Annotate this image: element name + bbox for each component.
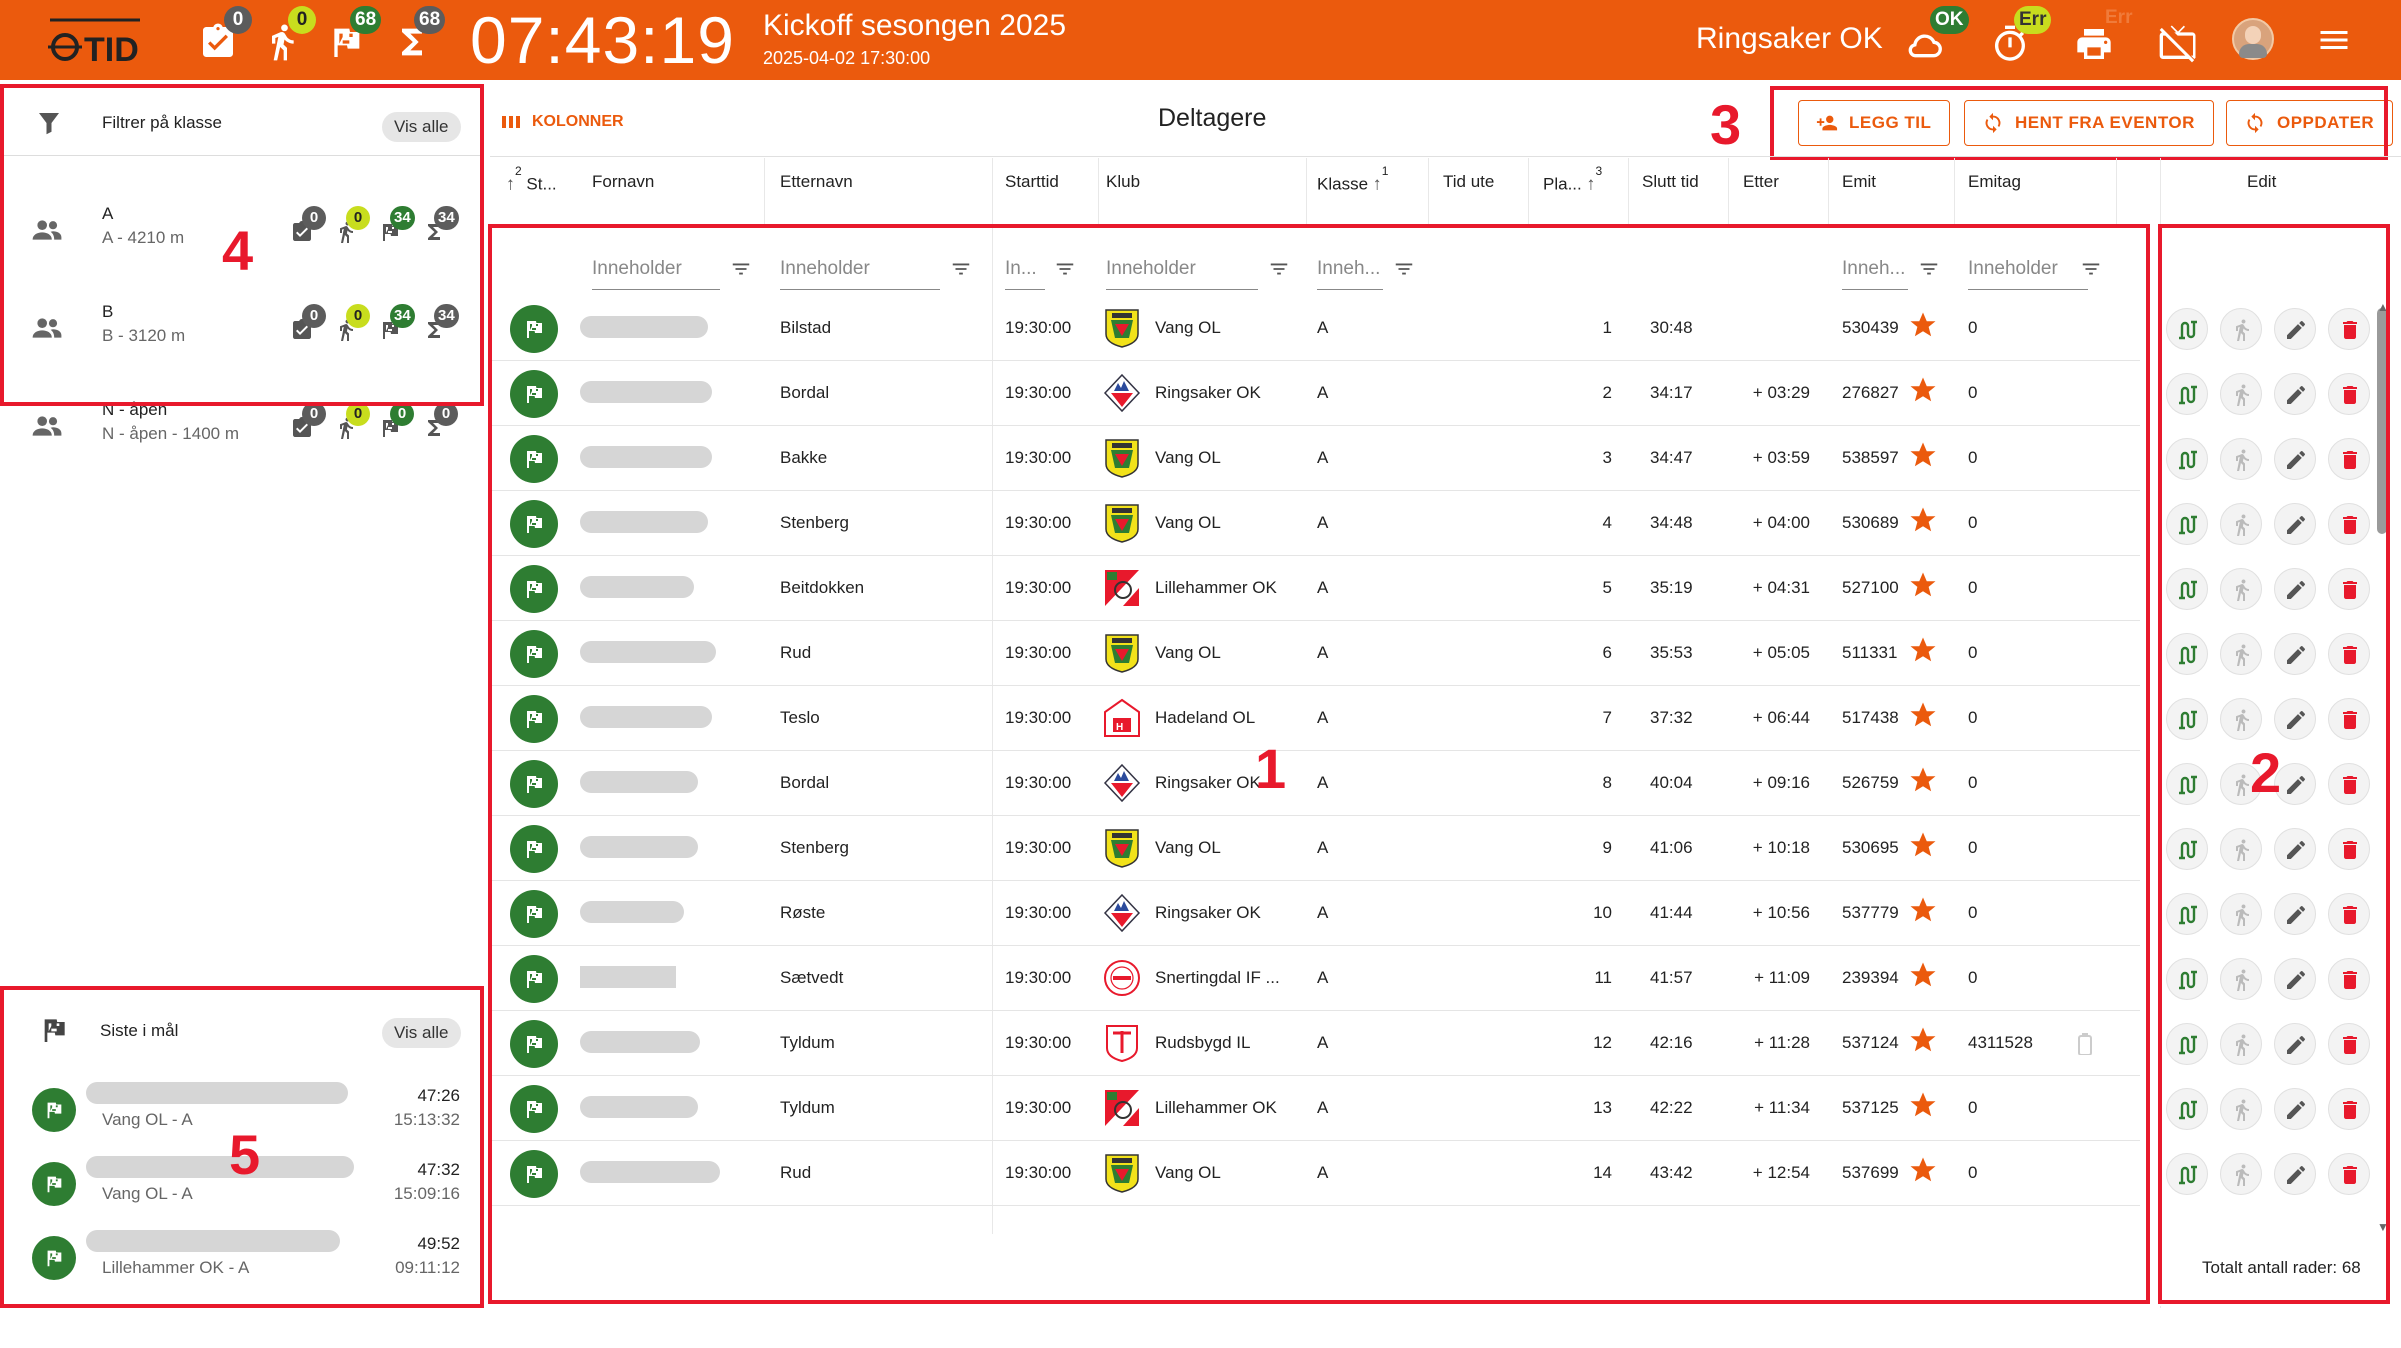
class-stat: 0 bbox=[378, 402, 414, 438]
annotation-label-5: 5 bbox=[229, 1123, 261, 1186]
event-datetime: 2025-04-02 17:30:00 bbox=[763, 48, 931, 68]
clock: 07:43:19 bbox=[470, 3, 735, 77]
svg-text:TID: TID bbox=[84, 31, 139, 66]
columns-button[interactable]: KOLONNER bbox=[502, 112, 624, 136]
col-header-club[interactable]: Klub bbox=[1106, 172, 1140, 192]
status-badge: OK bbox=[1930, 6, 1969, 34]
annotation-label-2: 2 bbox=[2250, 741, 2282, 804]
col-sep bbox=[2116, 158, 2117, 226]
sort-up-icon: ↑ bbox=[506, 173, 515, 194]
cloud-status[interactable]: OK bbox=[1904, 6, 1969, 66]
col-sep bbox=[1098, 158, 1099, 226]
col-sep bbox=[1954, 158, 1955, 226]
counter-badge: 68 bbox=[350, 6, 382, 34]
avatar[interactable] bbox=[2232, 18, 2274, 60]
tv-off-icon bbox=[2159, 25, 2196, 63]
counter-badge: 68 bbox=[414, 6, 446, 34]
col-header-first-name[interactable]: Fornavn bbox=[592, 172, 654, 192]
annotation-label-3: 3 bbox=[1710, 93, 1742, 156]
hamburger-menu-button[interactable] bbox=[2316, 22, 2352, 58]
menu-icon bbox=[2320, 31, 2348, 49]
annotation-box-1 bbox=[488, 224, 2150, 1304]
class-stat: 0 bbox=[422, 402, 458, 438]
col-header-class[interactable]: Klasse ↑1 bbox=[1317, 164, 1388, 195]
class-subtitle: N - åpen - 1400 m bbox=[102, 424, 240, 443]
timer-status[interactable]: Err bbox=[1990, 6, 2052, 66]
runner-counter[interactable]: 0 bbox=[262, 6, 316, 64]
col-sep bbox=[764, 158, 765, 226]
col-sep bbox=[1528, 158, 1529, 226]
sort-up-icon: ↑ bbox=[1372, 173, 1382, 194]
col-sep bbox=[1306, 158, 1307, 226]
col-header-behind[interactable]: Etter bbox=[1743, 172, 1779, 192]
class-stat: 0 bbox=[290, 402, 326, 438]
col-header-start-time[interactable]: Starttid bbox=[1005, 172, 1059, 192]
col-header-status[interactable]: ↑2 St... bbox=[506, 164, 557, 195]
col-header-last-name[interactable]: Etternavn bbox=[780, 172, 853, 192]
status-badge: Err bbox=[2105, 7, 2133, 28]
columns-icon bbox=[502, 116, 520, 128]
sum-counter[interactable]: 68 bbox=[392, 6, 446, 64]
event-title: Kickoff sesongen 2025 bbox=[763, 9, 1067, 42]
col-header-place[interactable]: Pla... ↑3 bbox=[1543, 164, 1602, 195]
col-sep bbox=[1728, 158, 1729, 226]
header-divider bbox=[490, 156, 2401, 157]
col-header-finish-time[interactable]: Slutt tid bbox=[1642, 172, 1699, 192]
col-sep bbox=[1628, 158, 1629, 226]
counter-badge: 0 bbox=[288, 6, 316, 34]
columns-label: KOLONNER bbox=[532, 113, 624, 130]
club-name: Ringsaker OK bbox=[1696, 22, 1883, 55]
col-header-emitag[interactable]: Emitag bbox=[1968, 172, 2021, 192]
top-bar: TID 0 0 68 68 07:43:19 Kickoff sesongen … bbox=[0, 0, 2401, 80]
annotation-label-4: 4 bbox=[222, 219, 254, 282]
otid-logo: TID bbox=[48, 18, 140, 66]
col-header-edit: Edit bbox=[2247, 172, 2277, 191]
annotation-box-3 bbox=[1770, 86, 2388, 160]
col-sep bbox=[1428, 158, 1429, 226]
clipboard-check-counter[interactable]: 0 bbox=[198, 6, 252, 64]
page-title: Deltagere bbox=[1158, 104, 1267, 132]
group-icon bbox=[32, 416, 62, 436]
class-stat: 0 bbox=[334, 402, 370, 439]
finish-counter[interactable]: 68 bbox=[326, 6, 382, 64]
col-sep bbox=[1828, 158, 1829, 226]
tv-off-button[interactable] bbox=[2158, 20, 2204, 66]
printer-status[interactable]: Err bbox=[2074, 7, 2132, 66]
col-header-emit[interactable]: Emit bbox=[1842, 172, 1876, 192]
col-header-time-out[interactable]: Tid ute bbox=[1443, 172, 1494, 192]
counter-badge: 0 bbox=[224, 6, 252, 34]
status-badge: Err bbox=[2014, 6, 2052, 34]
annotation-label-1: 1 bbox=[1255, 737, 1287, 800]
